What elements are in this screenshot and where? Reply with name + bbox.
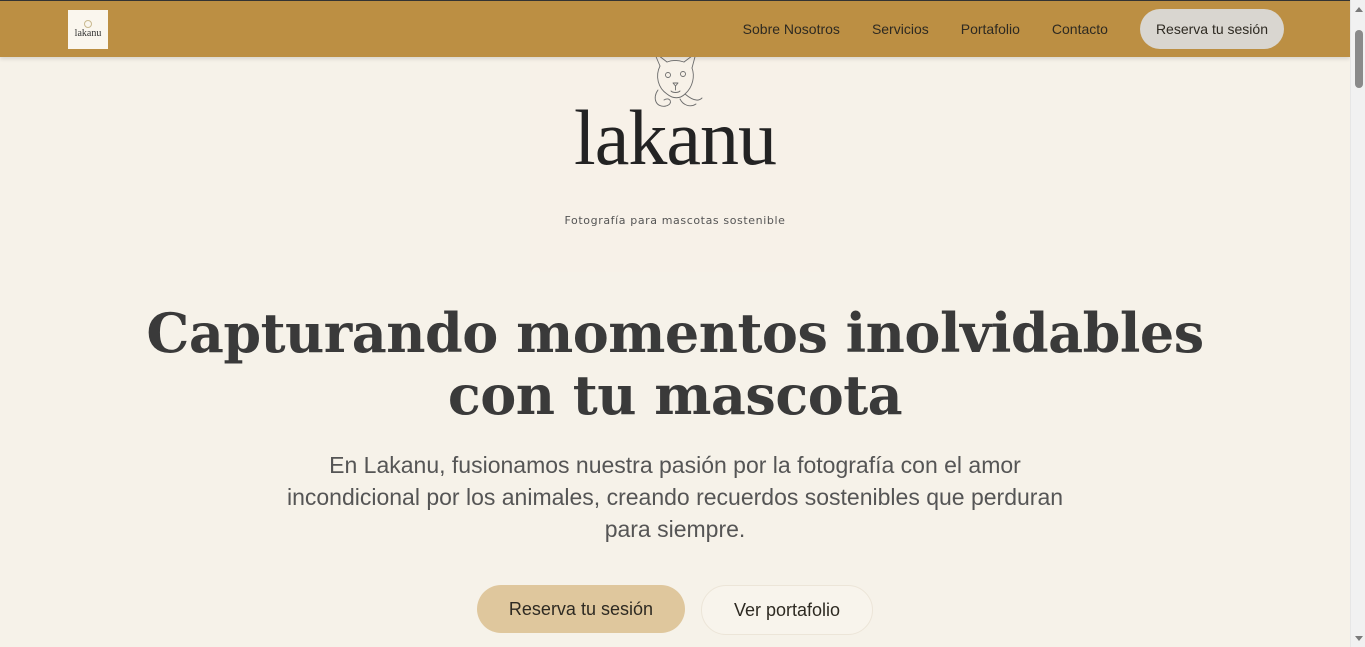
scroll-down-arrow-icon[interactable] xyxy=(1351,631,1365,645)
hero-title-line-2: con tu mascota xyxy=(447,363,903,427)
scroll-up-arrow-icon[interactable] xyxy=(1351,2,1365,16)
top-navigation-bar: lakanu Sobre Nosotros Servicios Portafol… xyxy=(0,0,1350,57)
vertical-scrollbar[interactable] xyxy=(1350,0,1365,647)
nav-link-portafolio[interactable]: Portafolio xyxy=(961,21,1020,37)
site-logo[interactable]: lakanu xyxy=(68,10,108,49)
hero-brand-logo: lakanu Fotografía para mascotas sostenib… xyxy=(530,40,820,272)
book-session-nav-button[interactable]: Reserva tu sesión xyxy=(1139,9,1284,49)
hero-actions: Reserva tu sesión Ver portafolio xyxy=(0,585,1350,635)
page: lakanu Sobre Nosotros Servicios Portafol… xyxy=(0,0,1350,647)
hero-title-line-1: Capturando momentos inolvidables xyxy=(146,301,1204,365)
nav-link-contacto[interactable]: Contacto xyxy=(1052,21,1108,37)
scrollbar-thumb[interactable] xyxy=(1355,30,1363,88)
dog-logo-icon xyxy=(84,20,92,28)
nav-link-sobre-nosotros[interactable]: Sobre Nosotros xyxy=(743,21,840,37)
book-session-button[interactable]: Reserva tu sesión xyxy=(476,585,685,633)
nav-link-servicios[interactable]: Servicios xyxy=(872,21,929,37)
brand-tagline: Fotografía para mascotas sostenible xyxy=(564,214,786,227)
brand-wordmark: lakanu xyxy=(574,94,777,181)
site-logo-text: lakanu xyxy=(74,28,102,39)
hero-title: Capturando momentos inolvidables con tu … xyxy=(60,302,1290,426)
hero-subtitle: En Lakanu, fusionamos nuestra pasión por… xyxy=(286,452,1064,542)
view-portfolio-button[interactable]: Ver portafolio xyxy=(701,585,874,635)
main-navigation: Sobre Nosotros Servicios Portafolio Cont… xyxy=(743,1,1284,57)
